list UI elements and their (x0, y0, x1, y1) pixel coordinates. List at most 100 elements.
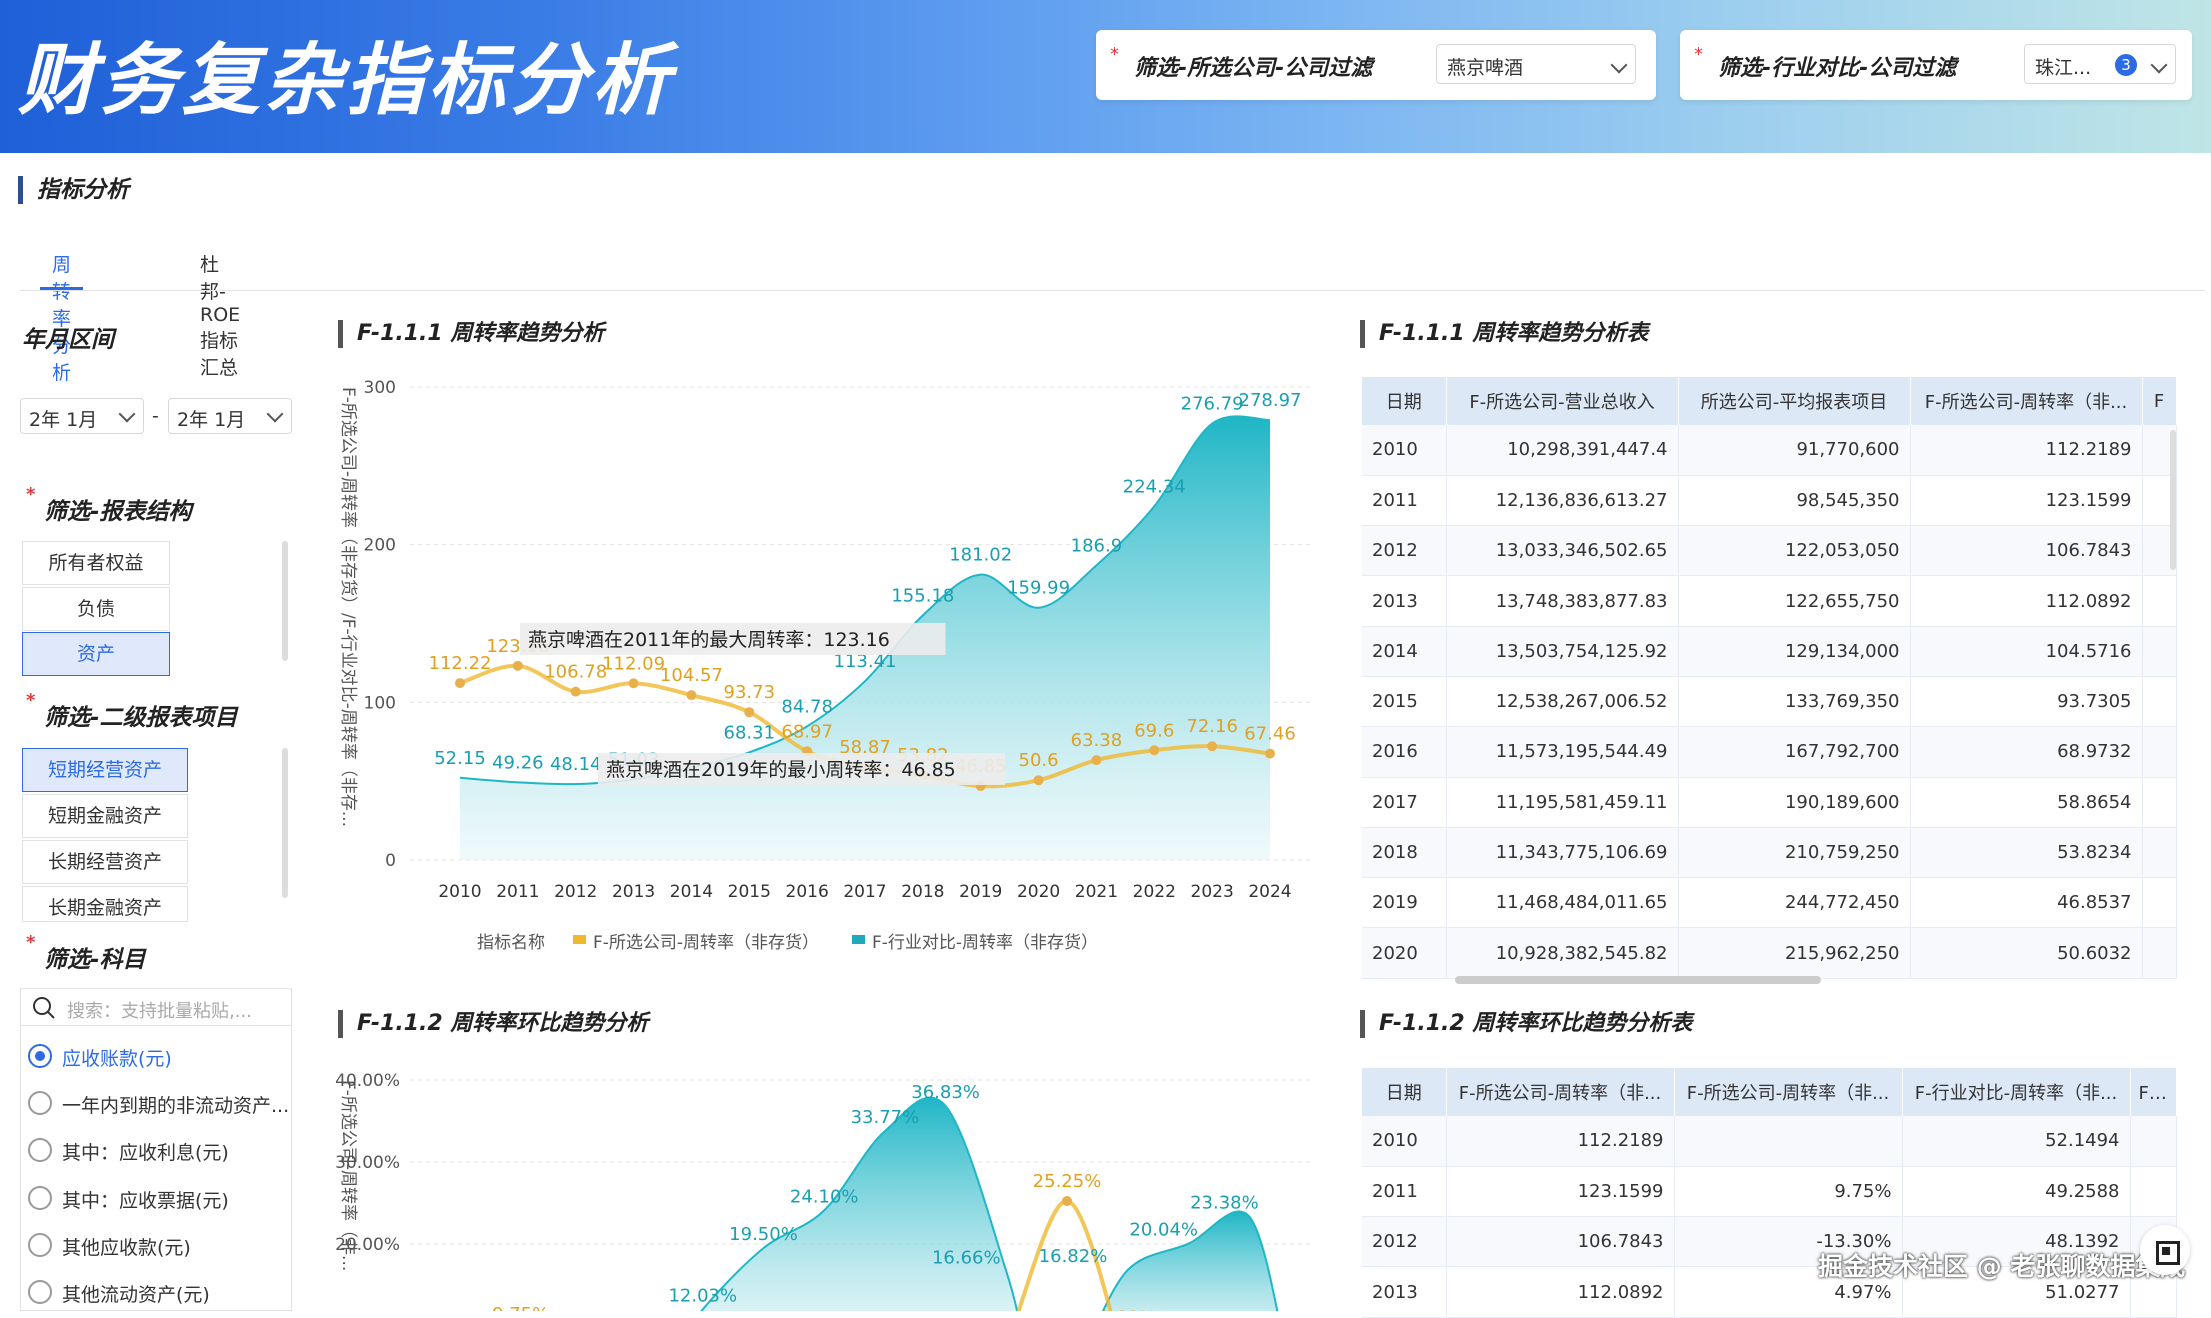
dashboard-title: 财务复杂指标分析 (18, 36, 675, 126)
table-cell-date: 2014 (1362, 626, 1447, 677)
y-axis-label: F-所选公司-周转率（非存货）/F-行业对比-周转率（非存... (338, 387, 358, 827)
chevron-down-icon (1610, 56, 1628, 74)
chevron-down-icon (118, 405, 136, 423)
company-data-label: 69.6 (1134, 720, 1174, 741)
table-header-cell[interactable]: 所选公司-平均报表项目 (1678, 377, 1911, 425)
header-banner: 财务复杂指标分析 * 筛选-所选公司-公司过滤 燕京啤酒 * 筛选-行业对比-公… (0, 0, 2211, 153)
industry-data-label: 49.26 (492, 752, 544, 773)
date-start-value: 2年 1月 (29, 409, 98, 431)
table-cell: 129,134,000 (1678, 626, 1911, 677)
company-point (628, 678, 639, 689)
table-header-cell[interactable]: F (2142, 377, 2177, 425)
table-cell: 112.2189 (1446, 1116, 1675, 1167)
radio-selected-icon (28, 1044, 52, 1068)
report-structure-scrollbar[interactable] (282, 541, 288, 661)
date-range-label: 年月区间 (22, 327, 114, 353)
table1-vscroll[interactable] (2170, 430, 2176, 570)
table-cell: 244,772,450 (1678, 877, 1911, 929)
table-cell (2142, 827, 2177, 879)
company-data-label: 106.78 (544, 662, 607, 683)
table-header-row: 日期 F-所选公司-周转率（非... F-所选公司-周转率（非... F-行业对比-周… (1362, 1068, 2177, 1116)
company-point (455, 678, 465, 689)
company-point (570, 686, 581, 697)
watermark-text: 掘金技术社区 @ 老张聊数据集成 (1818, 1252, 2186, 1281)
tab-dupont-roe[interactable]: 杜邦-ROE指标汇总 (188, 240, 252, 379)
table-cell: 106.7843 (1910, 525, 2143, 577)
turnover-mom-chart: 10.00%20.00%30.00%40.00%F-所选公司-周转率（非...9… (335, 1071, 1310, 1311)
table-cell-date: 2013 (1362, 575, 1447, 627)
secondary-option-long-fin[interactable]: 长期金融资产 (22, 886, 188, 922)
report-structure-option-liability[interactable]: 负债 (22, 587, 170, 631)
secondary-scrollbar[interactable] (282, 748, 288, 898)
radio-icon (28, 1091, 52, 1115)
radio-icon (28, 1138, 52, 1162)
industry-data-label: 224.34 (1123, 476, 1186, 497)
table-cell: 112.2189 (1910, 425, 2143, 476)
report-structure-option-asset[interactable]: 资产 (22, 632, 170, 676)
required-marker: * (26, 690, 36, 711)
y-tick-label: 300 (364, 378, 396, 398)
table-cell-date: 2016 (1362, 726, 1447, 778)
table-header-cell[interactable]: F-所选公司-周转率（非... (1910, 377, 2143, 425)
table-cell: 112.0892 (1446, 1266, 1675, 1318)
report-structure-option-equity[interactable]: 所有者权益 (22, 541, 170, 585)
table2-title: F-1.1.2 周转率环比趋势分析表 (1360, 1010, 1692, 1038)
company-data-label: 67.46 (1244, 724, 1296, 745)
legend-label-industry: F-行业对比-周转率（非存货） (872, 933, 1098, 953)
table-header-cell[interactable]: F-所选公司-周转率（非... (1446, 1068, 1675, 1116)
legend-swatch-company (573, 935, 586, 944)
x-tick-label: 2016 (786, 882, 829, 902)
table-cell: 13,033,346,502.65 (1446, 525, 1679, 577)
company-point (512, 660, 523, 671)
table1-hscroll[interactable] (1455, 976, 1821, 984)
table-cell (2142, 626, 2177, 677)
x-tick-label: 2021 (1075, 882, 1118, 902)
fullscreen-icon[interactable] (2140, 1225, 2190, 1275)
min-turnover-tooltip: 燕京啤酒在2019年的最小周转率：46.85 (598, 753, 1005, 785)
secondary-option-short-op[interactable]: 短期经营资产 (22, 748, 188, 792)
chevron-down-icon (266, 405, 284, 423)
date-end-select[interactable]: 2年 1月 (168, 398, 292, 434)
chart2-title: F-1.1.2 周转率环比趋势分析 (338, 1010, 648, 1038)
radio-icon (28, 1233, 52, 1257)
industry-filter-select[interactable]: 珠江... 3 (2024, 44, 2176, 84)
table-cell: 106.7843 (1446, 1216, 1675, 1268)
table-header-cell[interactable]: F-行 (2130, 1068, 2177, 1116)
x-tick-label: 2018 (901, 882, 944, 902)
tab-divider (20, 290, 2205, 291)
industry-data-label: 186.9 (1071, 535, 1123, 556)
table-header-cell[interactable]: F-行业对比-周转率（非... (1902, 1068, 2131, 1116)
table-cell: 210,759,250 (1678, 827, 1911, 879)
secondary-option-long-op[interactable]: 长期经营资产 (22, 840, 188, 884)
required-marker: * (26, 932, 36, 953)
table-header-cell[interactable]: 日期 (1362, 377, 1447, 425)
x-tick-label: 2023 (1191, 882, 1234, 902)
table-cell: 49.2588 (1902, 1166, 2131, 1218)
report-structure-label: * 筛选-报表结构 (26, 484, 192, 525)
table-row: 2013 13,748,383,877.83 122,655,750 112.0892 (1362, 575, 2177, 627)
mom-data-label: 24.10% (790, 1186, 859, 1207)
secondary-option-short-fin[interactable]: 短期金融资产 (22, 794, 188, 838)
table-cell: 190,189,600 (1678, 777, 1911, 828)
table-cell (2142, 777, 2177, 828)
company-mom-point (1062, 1195, 1072, 1206)
mom-data-label: 9.75% (492, 1304, 549, 1311)
table-header-cell[interactable]: 日期 (1362, 1068, 1447, 1116)
table-row: 2017 11,195,581,459.11 190,189,600 58.8654 (1362, 777, 2177, 828)
legend-swatch-industry (852, 935, 865, 944)
mom-data-label: 36.83% (911, 1082, 980, 1103)
industry-filter-label: 筛选-行业对比-公司过滤 (1718, 56, 1957, 81)
table-cell-date: 2012 (1362, 525, 1447, 577)
turnover-trend-table: 日期 F-所选公司-营业总收入 所选公司-平均报表项目 F-所选公司-周转率（非...… (1362, 377, 2177, 979)
table-cell: 11,195,581,459.11 (1446, 777, 1679, 828)
table-cell (2142, 676, 2177, 728)
subject-label: * 筛选-科目 (26, 932, 146, 973)
table-row: 2011 12,136,836,613.27 98,545,350 123.1599 (1362, 475, 2177, 527)
table-header-cell[interactable]: F-所选公司-营业总收入 (1446, 377, 1679, 425)
tab-turnover[interactable]: 周转率分析 (40, 240, 84, 384)
company-filter-select[interactable]: 燕京啤酒 (1436, 44, 1636, 84)
industry-data-label: 84.78 (781, 696, 833, 717)
date-end-value: 2年 1月 (177, 409, 246, 431)
table-header-cell[interactable]: F-所选公司-周转率（非... (1674, 1068, 1903, 1116)
date-start-select[interactable]: 2年 1月 (20, 398, 144, 434)
